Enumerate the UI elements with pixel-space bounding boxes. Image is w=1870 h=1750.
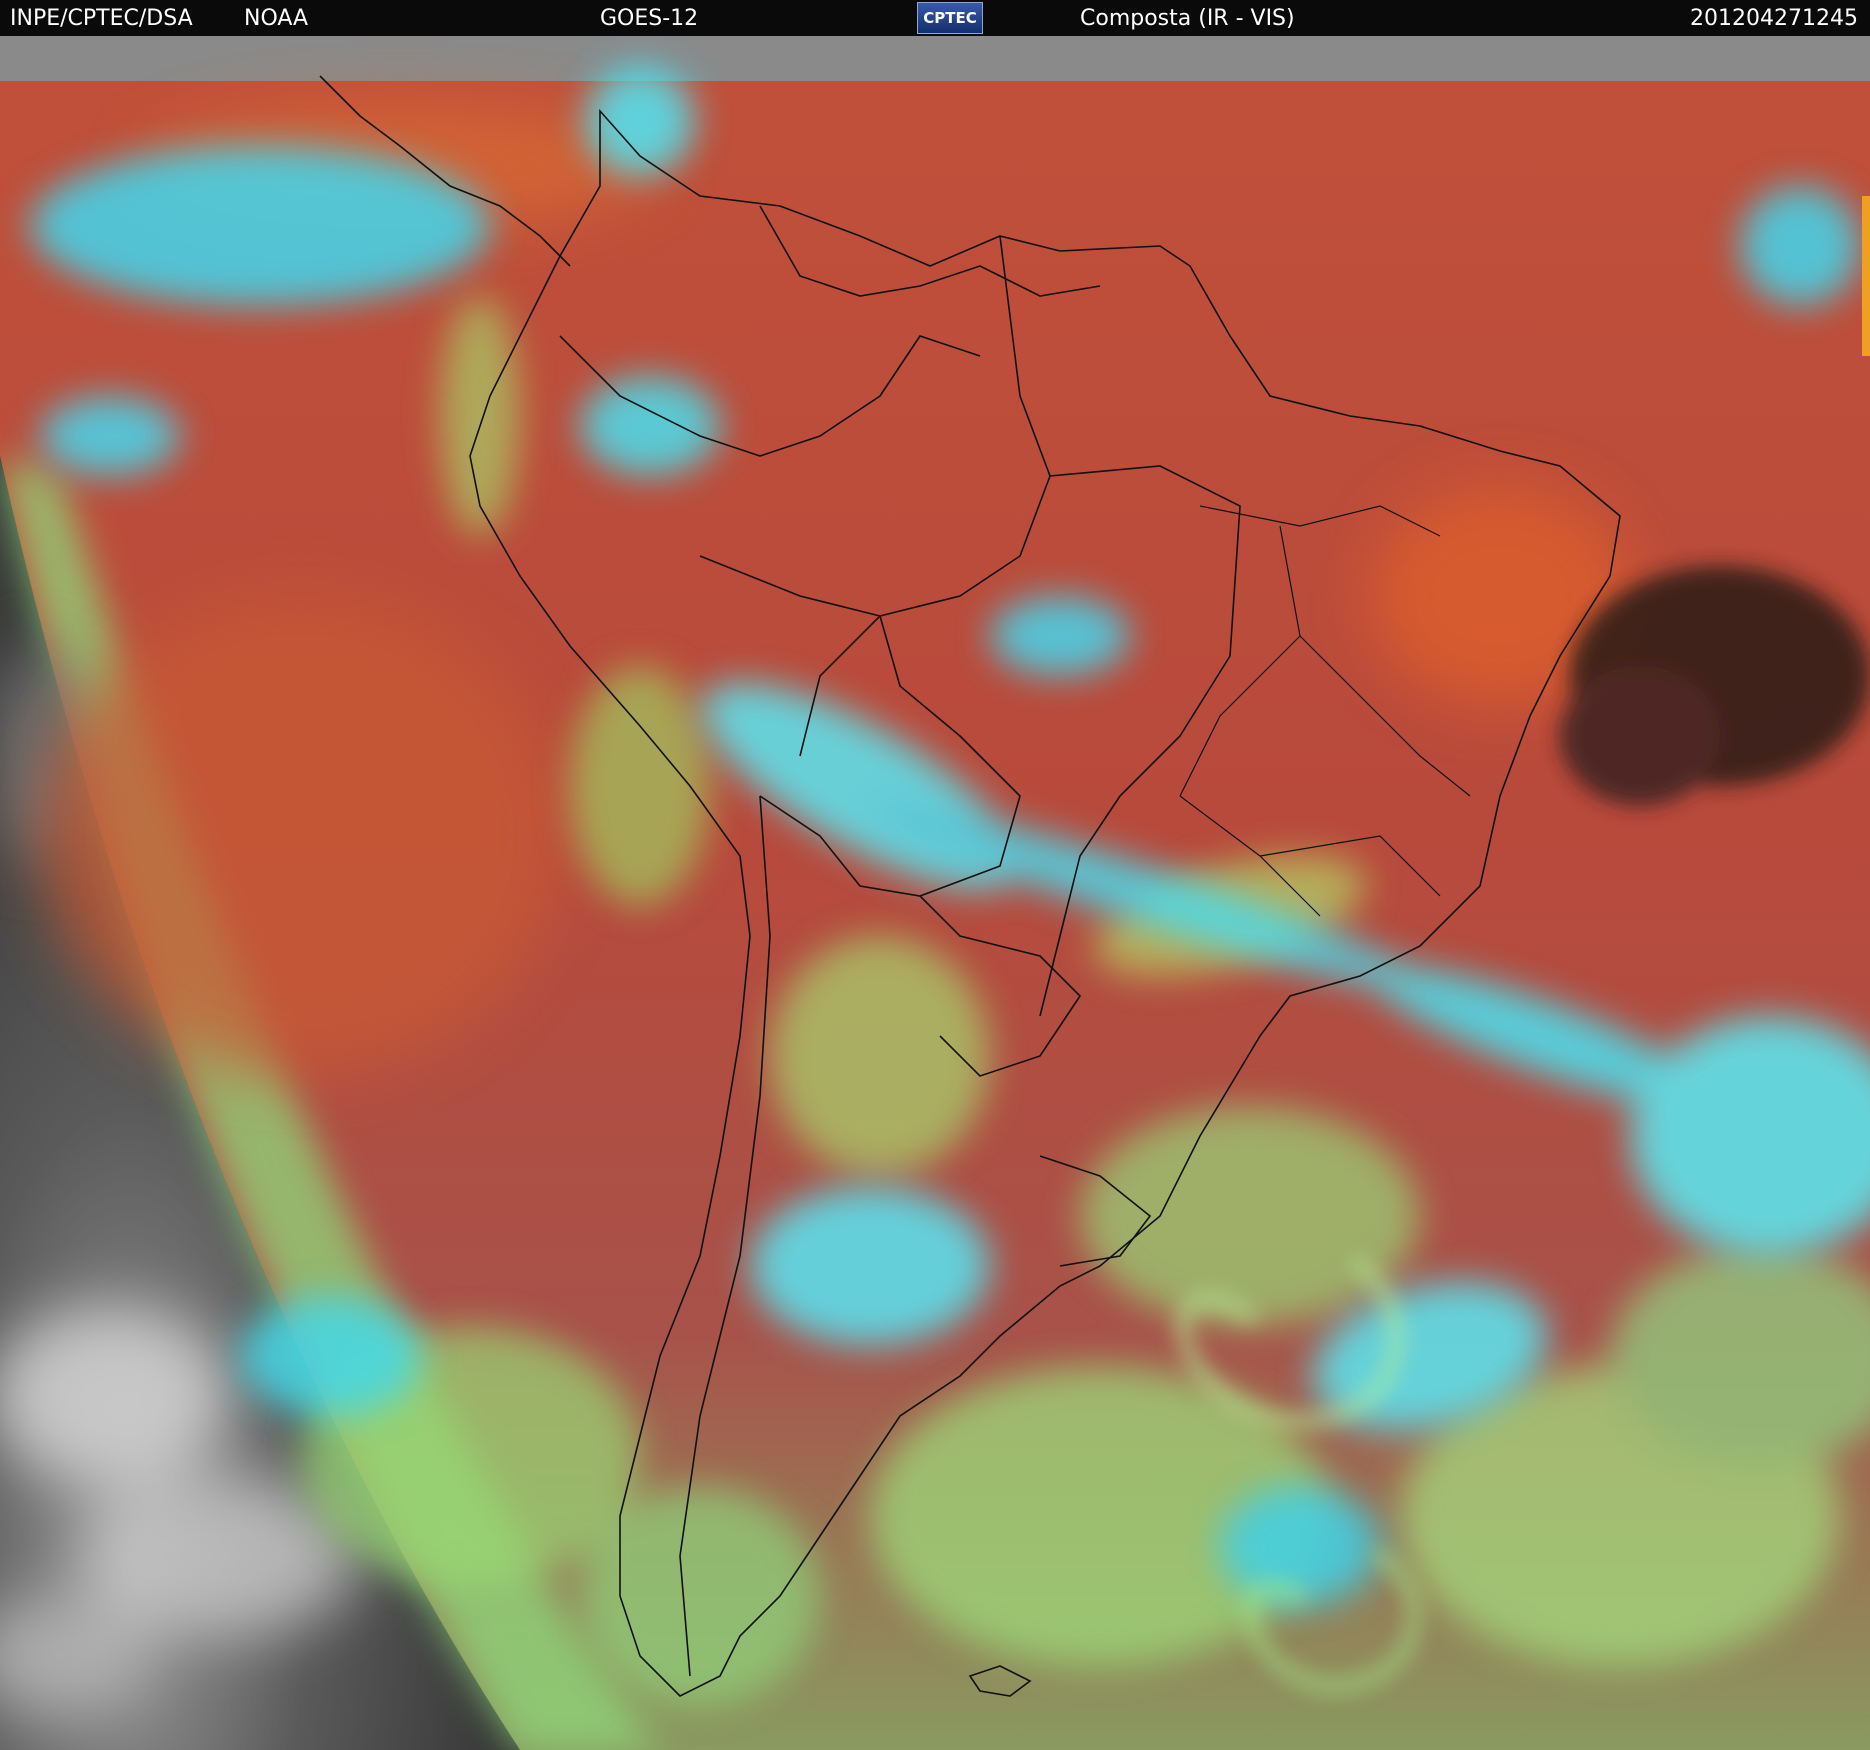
right-limb-edge (1862, 196, 1870, 356)
source-label: INPE/CPTEC/DSA (10, 6, 193, 31)
cptec-logo: CPTEC (917, 2, 983, 34)
agency-label: NOAA (244, 6, 309, 31)
timestamp-label: 201204271245 (1690, 6, 1858, 31)
satellite-composite-image (0, 36, 1870, 1750)
logo-text: CPTEC (923, 9, 977, 27)
satellite-label: GOES-12 (600, 6, 699, 31)
top-space-band (0, 36, 1870, 81)
product-label: Composta (IR - VIS) (1080, 6, 1295, 31)
image-header: INPE/CPTEC/DSA NOAA GOES-12 CPTEC Compos… (0, 0, 1870, 36)
